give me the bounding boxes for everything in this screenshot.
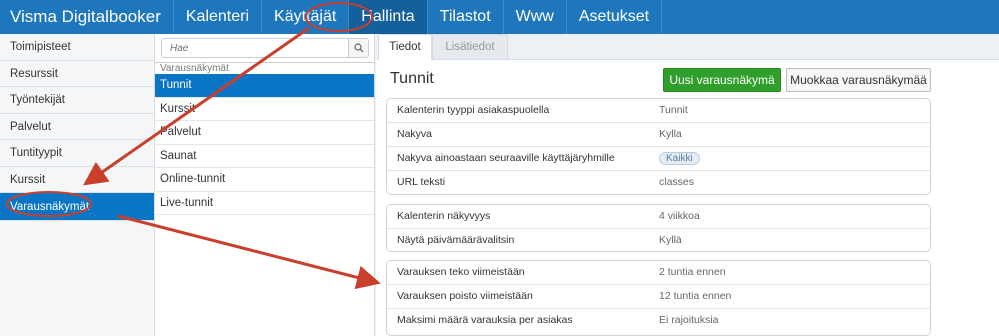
detail-label: Nakyva ainoastaan seuraaville käyttäjäry…: [397, 152, 615, 164]
detail-label: URL teksti: [397, 176, 446, 188]
list-item-live-tunnit[interactable]: Live-tunnit: [155, 192, 374, 215]
detail-row: Nakyva ainoastaan seuraaville käyttäjäry…: [387, 147, 930, 171]
detail-label: Varauksen poisto viimeistään: [397, 290, 533, 302]
page-title: Tunnit: [390, 70, 434, 87]
detail-label: Varauksen teko viimeistään: [397, 266, 525, 278]
nav-item-kalenteri[interactable]: Kalenteri: [174, 0, 263, 34]
booking-views-list: Tunnit Kurssit Palvelut Saunat Online-tu…: [155, 74, 374, 215]
detail-label: Nakyva: [397, 128, 433, 140]
details-card-booking-rules: Varauksen teko viimeistään 2 tuntia enne…: [386, 260, 931, 336]
top-navigation-bar: Visma Digitalbooker Kalenteri Käyttäjät …: [0, 0, 999, 34]
detail-row: Varauksen teko viimeistään 2 tuntia enne…: [387, 261, 930, 285]
sidebar: Toimipisteet Resurssit Työntekijät Palve…: [0, 34, 155, 336]
list-item-palvelut[interactable]: Palvelut: [155, 121, 374, 145]
list-item-kurssit[interactable]: Kurssit: [155, 98, 374, 121]
sidebar-item-tyontekijat[interactable]: Työntekijät: [0, 87, 154, 114]
nav-item-hallinta[interactable]: Hallinta: [349, 0, 428, 34]
list-group-header: Varausnäkymät: [155, 62, 374, 74]
details-card-general: Kalenterin tyyppi asiakaspuolella Tunnit…: [386, 98, 931, 195]
detail-value: classes: [659, 176, 695, 188]
sidebar-item-tuntityypit[interactable]: Tuntityypit: [0, 140, 154, 167]
search-box: [161, 38, 369, 58]
list-item-saunat[interactable]: Saunat: [155, 145, 374, 168]
app-brand[interactable]: Visma Digitalbooker: [0, 0, 174, 34]
list-item-tunnit[interactable]: Tunnit: [155, 74, 374, 98]
detail-label: Maksimi määrä varauksia per asiakas: [397, 314, 573, 326]
sidebar-item-kurssit[interactable]: Kurssit: [0, 166, 154, 193]
detail-panel: Tiedot Lisätiedot Tunnit Uusi varausnäky…: [376, 34, 999, 336]
sidebar-item-palvelut[interactable]: Palvelut: [0, 113, 154, 140]
sidebar-item-varausnakymat[interactable]: Varausnäkymät: [0, 193, 154, 221]
detail-row: Varauksen poisto viimeistään 12 tuntia e…: [387, 285, 930, 309]
detail-label: Näytä päivämäärävalitsin: [397, 234, 515, 246]
detail-value: Ei rajoituksia: [659, 314, 719, 326]
search-icon: [353, 43, 363, 53]
detail-row: URL teksti classes: [387, 171, 930, 194]
detail-value: Tunnit: [659, 104, 688, 116]
detail-row: Nakyva Kylla: [387, 123, 930, 147]
nav-item-www[interactable]: Www: [504, 0, 567, 34]
search-button[interactable]: [348, 39, 368, 57]
detail-tabs: Tiedot Lisätiedot: [376, 34, 999, 60]
detail-value: Kylla: [659, 128, 682, 140]
nav-item-kayttajat[interactable]: Käyttäjät: [262, 0, 350, 34]
search-input[interactable]: [162, 39, 348, 57]
detail-value: 4 viikkoa: [659, 210, 700, 222]
detail-value: Kyllä: [659, 234, 682, 246]
detail-row: Kalenterin näkyvyys 4 viikkoa: [387, 205, 930, 229]
nav-item-asetukset[interactable]: Asetukset: [567, 0, 663, 34]
detail-content: Tunnit Uusi varausnäkymä Muokkaa varausn…: [376, 60, 999, 336]
sidebar-item-resurssit[interactable]: Resurssit: [0, 60, 154, 87]
details-card-calendar: Kalenterin näkyvyys 4 viikkoa Näytä päiv…: [386, 204, 931, 252]
sidebar-item-toimipisteet[interactable]: Toimipisteet: [0, 34, 154, 61]
nav-item-tilastot[interactable]: Tilastot: [428, 0, 504, 34]
detail-value: Kaikki: [659, 147, 700, 170]
detail-row: Näytä päivämäärävalitsin Kyllä: [387, 229, 930, 251]
user-group-badge: Kaikki: [659, 152, 700, 165]
edit-booking-view-button[interactable]: Muokkaa varausnäkymää: [786, 68, 931, 92]
detail-value: 12 tuntia ennen: [659, 290, 732, 302]
list-item-online-tunnit[interactable]: Online-tunnit: [155, 168, 374, 192]
new-booking-view-button[interactable]: Uusi varausnäkymä: [663, 68, 781, 92]
tab-lisatiedot[interactable]: Lisätiedot: [432, 34, 508, 60]
tab-tiedot[interactable]: Tiedot: [378, 34, 432, 60]
detail-label: Kalenterin tyyppi asiakaspuolella: [397, 104, 550, 116]
detail-value: 2 tuntia ennen: [659, 266, 726, 278]
detail-row: Kalenterin tyyppi asiakaspuolella Tunnit: [387, 99, 930, 123]
booking-views-list-panel: Varausnäkymät Tunnit Kurssit Palvelut Sa…: [155, 34, 375, 336]
detail-label: Kalenterin näkyvyys: [397, 210, 491, 222]
detail-row: Maksimi määrä varauksia per asiakas Ei r…: [387, 309, 930, 333]
